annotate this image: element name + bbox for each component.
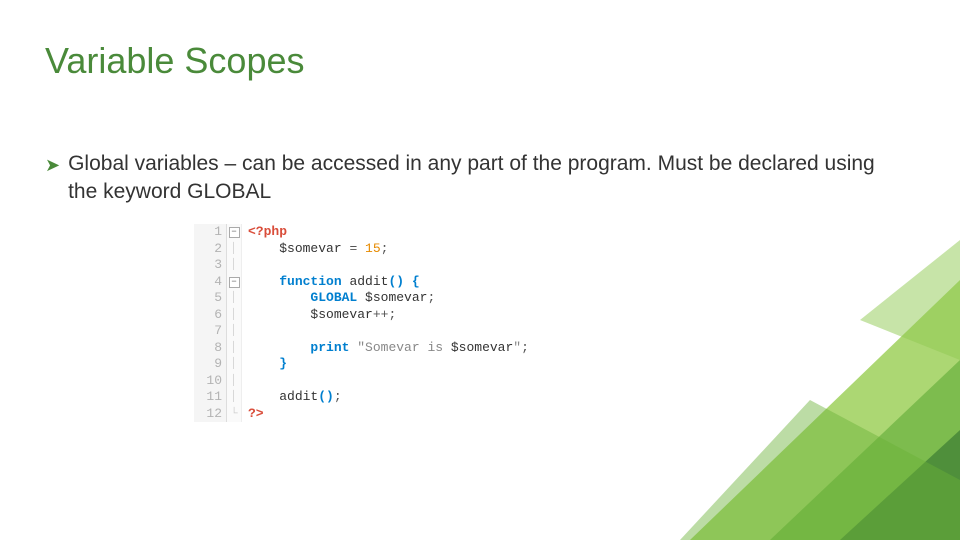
code-text <box>242 257 248 274</box>
code-text <box>242 373 248 390</box>
code-text: $somevar = 15; <box>242 241 388 258</box>
fold-gutter: │ <box>227 290 242 307</box>
code-text <box>242 323 248 340</box>
line-number: 6 <box>194 307 227 324</box>
code-text: function addit() { <box>242 274 420 291</box>
fold-gutter: │ <box>227 389 242 406</box>
line-number: 7 <box>194 323 227 340</box>
code-line: 3│ <box>194 257 594 274</box>
code-line: 8│ print "Somevar is $somevar"; <box>194 340 594 357</box>
line-number: 9 <box>194 356 227 373</box>
bullet-text: Global variables – can be accessed in an… <box>68 150 875 207</box>
fold-gutter: │ <box>227 323 242 340</box>
line-number: 5 <box>194 290 227 307</box>
code-text: addit(); <box>242 389 342 406</box>
code-line: 12└?> <box>194 406 594 423</box>
code-screenshot: 1−<?php2│ $somevar = 15;3│4− function ad… <box>194 224 594 422</box>
fold-gutter: │ <box>227 307 242 324</box>
bullet-arrow-icon: ➤ <box>45 153 60 177</box>
line-number: 10 <box>194 373 227 390</box>
line-number: 12 <box>194 406 227 423</box>
fold-gutter: │ <box>227 373 242 390</box>
line-number: 3 <box>194 257 227 274</box>
fold-gutter: └ <box>227 406 242 423</box>
code-line: 7│ <box>194 323 594 340</box>
fold-gutter: │ <box>227 241 242 258</box>
corner-decoration <box>560 240 960 540</box>
code-line: 6│ $somevar++; <box>194 307 594 324</box>
line-number: 8 <box>194 340 227 357</box>
fold-gutter: − <box>227 274 242 291</box>
fold-gutter: − <box>227 224 242 241</box>
code-line: 2│ $somevar = 15; <box>194 241 594 258</box>
code-text: ?> <box>242 406 264 423</box>
code-text: } <box>242 356 287 373</box>
bullet-item: ➤ Global variables – can be accessed in … <box>45 150 875 207</box>
code-line: 9│ } <box>194 356 594 373</box>
slide-title: Variable Scopes <box>45 40 305 82</box>
line-number: 4 <box>194 274 227 291</box>
slide: Variable Scopes ➤ Global variables – can… <box>0 0 960 540</box>
code-line: 10│ <box>194 373 594 390</box>
code-line: 4− function addit() { <box>194 274 594 291</box>
code-text: print "Somevar is $somevar"; <box>242 340 529 357</box>
code-text: <?php <box>242 224 287 241</box>
code-line: 1−<?php <box>194 224 594 241</box>
fold-minus-icon: − <box>229 227 240 238</box>
fold-gutter: │ <box>227 356 242 373</box>
fold-gutter: │ <box>227 257 242 274</box>
line-number: 1 <box>194 224 227 241</box>
fold-gutter: │ <box>227 340 242 357</box>
line-number: 2 <box>194 241 227 258</box>
code-text: GLOBAL $somevar; <box>242 290 435 307</box>
line-number: 11 <box>194 389 227 406</box>
code-line: 5│ GLOBAL $somevar; <box>194 290 594 307</box>
code-text: $somevar++; <box>242 307 396 324</box>
code-line: 11│ addit(); <box>194 389 594 406</box>
fold-minus-icon: − <box>229 277 240 288</box>
